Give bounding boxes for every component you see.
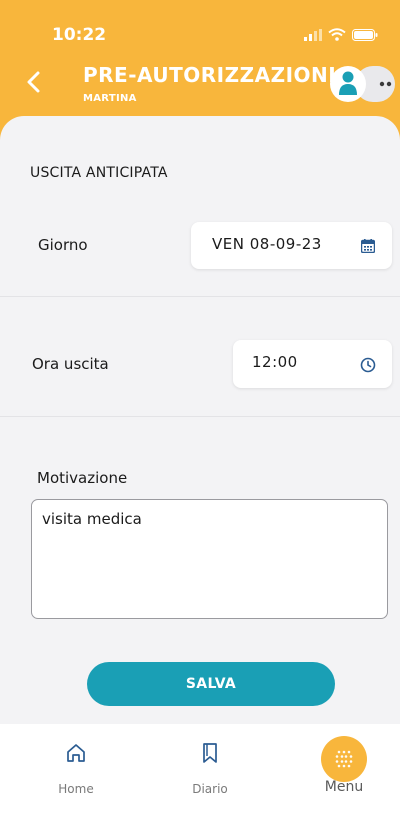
tab-home[interactable]: Home — [16, 724, 136, 825]
page-title: PRE-AUTORIZZAZIONI — [83, 63, 337, 87]
section-title: USCITA ANTICIPATA — [30, 165, 168, 181]
divider — [0, 296, 400, 297]
tab-diario[interactable]: Diario — [150, 724, 270, 825]
clock-icon — [360, 357, 376, 373]
back-button[interactable] — [22, 68, 46, 96]
divider — [0, 416, 400, 417]
status-bar: 10:22 — [0, 0, 400, 52]
user-icon — [339, 71, 357, 95]
signal-icon — [304, 28, 322, 41]
battery-icon — [352, 28, 378, 41]
chevron-left-icon — [27, 71, 40, 93]
tab-menu[interactable] — [321, 736, 367, 782]
day-field[interactable]: VEN 08-09-23 — [191, 222, 392, 269]
time-field[interactable]: 12:00 — [233, 340, 392, 388]
tab-bar: Home Diario Menu — [0, 724, 400, 825]
avatar[interactable] — [330, 66, 366, 102]
time-label: Ora uscita — [32, 355, 109, 373]
form-sheet: USCITA ANTICIPATA Giorno VEN 08-09-23 Or… — [0, 116, 400, 724]
tab-home-label: Home — [58, 782, 94, 796]
day-label: Giorno — [38, 236, 88, 254]
header: PRE-AUTORIZZAZIONI MARTINA — [0, 52, 400, 114]
menu-dots-icon — [335, 750, 353, 768]
day-value: VEN 08-09-23 — [212, 235, 322, 253]
page-subtitle: MARTINA — [83, 93, 137, 104]
calendar-icon — [361, 239, 375, 253]
tab-diario-label: Diario — [192, 782, 228, 796]
status-time: 10:22 — [52, 25, 107, 45]
save-button[interactable]: SALVA — [87, 662, 335, 706]
tab-menu-label: Menu — [324, 779, 364, 795]
wifi-icon — [328, 28, 346, 41]
time-value: 12:00 — [252, 353, 298, 371]
reason-textarea[interactable]: visita medica — [31, 499, 388, 619]
status-icons — [304, 28, 378, 41]
home-icon — [67, 744, 85, 762]
reason-label: Motivazione — [37, 469, 128, 487]
bookmark-icon — [203, 743, 217, 763]
